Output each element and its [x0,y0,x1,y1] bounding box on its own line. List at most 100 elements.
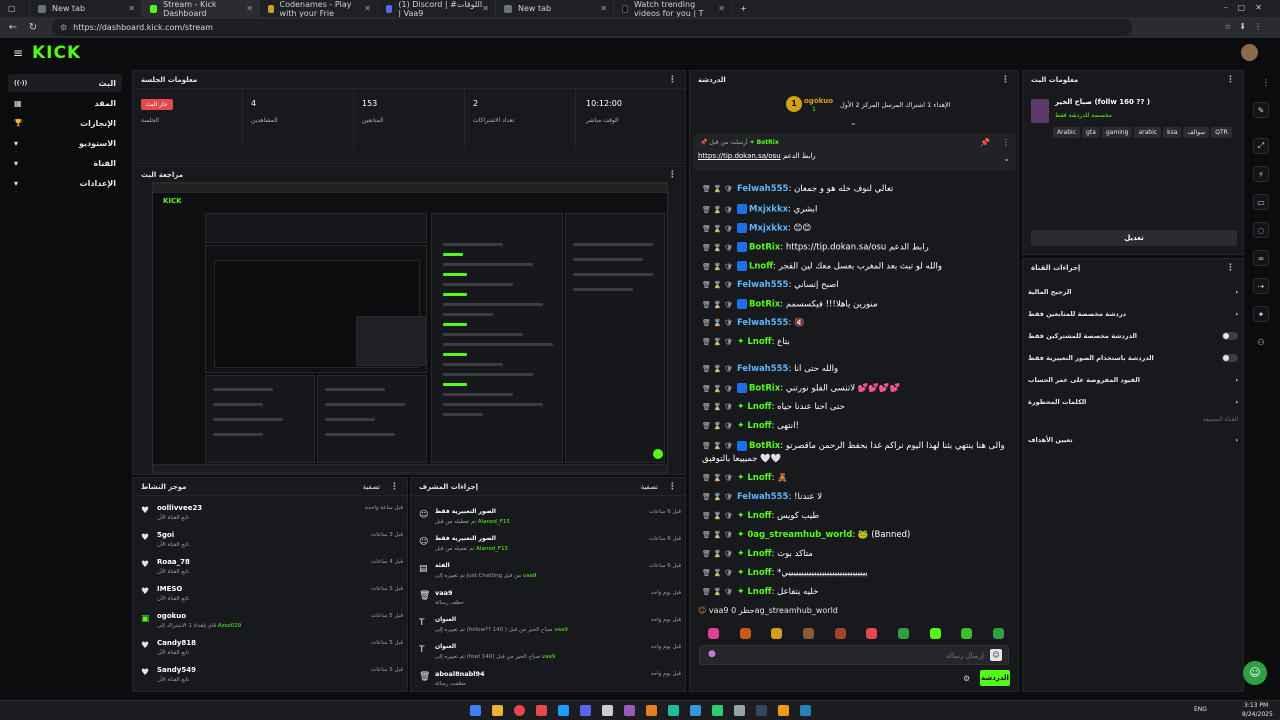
mod-tools-icon[interactable]: 🗑 ⌛ 🛡 [702,365,733,373]
send-chat-button[interactable]: الدردشة [980,670,1010,686]
chat-input-box[interactable]: ● ☺ [699,645,1009,665]
channel-action-row[interactable]: الرجيح المالية › [1028,284,1238,300]
mod-tools-icon[interactable]: 🗑 ⌛ 🛡 [702,385,733,393]
mod-tools-icon[interactable]: 🗑 ⌛ 🛡 [702,244,733,252]
tab-discord[interactable]: (1) Discord | #اللوقات | Vaa9 ✕ [378,0,496,18]
clock-time[interactable]: 3:13 PM [1244,702,1268,709]
sidebar-item-content[interactable]: ▦ المقد [8,94,122,112]
app-icon[interactable] [646,705,657,716]
mod-tools-icon[interactable]: 🗑 ⌛ 🛡 [702,225,733,233]
app-icon[interactable] [756,705,767,716]
more-options-icon[interactable]: ⋮ [1226,75,1235,85]
emote-icon[interactable] [897,628,909,639]
app-icon[interactable] [734,705,745,716]
hamburger-menu-icon[interactable]: ≡ [13,46,23,60]
close-icon[interactable]: ✕ [364,4,371,13]
unpin-icon[interactable]: 📌 [980,138,990,147]
chat-username[interactable]: Lnoff [747,511,771,521]
sidebar-item-settings[interactable]: ▾ الإعدادات [8,174,122,192]
chat-username[interactable]: Lnoff [747,549,771,559]
mod-tools-icon[interactable]: 🗑 ⌛ 🛡 [702,281,733,289]
mod-tools-icon[interactable]: 🗑 ⌛ 🛡 [702,185,733,193]
chat-username[interactable]: Lnoff [747,402,771,412]
mod-tools-icon[interactable]: 🗑 ⌛ 🛡 [702,442,733,450]
emote-icon[interactable] [708,628,719,639]
emote-icon[interactable] [771,628,783,639]
emote-icon[interactable] [961,628,973,639]
more-options-icon[interactable]: ⋮ [1226,263,1235,273]
document-icon[interactable]: ▭ [1253,194,1269,210]
mod-tools-icon[interactable]: 🗑 ⌛ 🛡 [702,550,733,558]
chat-bubble-icon[interactable]: ◌ [1253,222,1269,238]
window-controls[interactable]: –▢✕ [1224,3,1272,12]
channel-action-row[interactable]: الكلمات المحظورة › [1028,394,1238,410]
chat-username[interactable]: Felwah555 [737,318,789,328]
sidebar-item-stream[interactable]: ((·)) البث [8,74,122,92]
channel-action-row[interactable]: القيود المفروضة على عمر الحساب › [1028,372,1238,388]
stream-category[interactable]: مخصصة للدردشة فقط [1055,112,1112,119]
app-icon[interactable] [668,705,679,716]
mod-tools-icon[interactable]: 🗑 ⌛ 🛡 [702,531,733,539]
subscribers-only-toggle[interactable] [1222,332,1238,340]
mod-tools-icon[interactable]: 🗑 ⌛ 🛡 [702,403,733,411]
edit-icon[interactable]: ✎ [1253,102,1269,118]
tool-icon[interactable]: ✦ [1253,306,1269,322]
close-icon[interactable]: ✕ [128,4,135,13]
chat-username[interactable]: Lnoff [749,262,773,272]
sidebar-item-achievements[interactable]: 🏆 الإنجازات [8,114,122,132]
sidebar-item-channel[interactable]: ▾ القناة [8,154,122,172]
new-tab-button[interactable]: + [732,0,752,17]
discord-icon[interactable] [580,705,591,716]
sidebar-item-studio[interactable]: ▾ الاستوديو [8,134,122,152]
lightning-icon[interactable]: ⚡ [1253,166,1269,182]
kick-logo[interactable]: KICK [32,43,81,63]
close-icon[interactable]: ✕ [482,4,489,13]
mod-tools-icon[interactable]: 🗑 ⌛ 🛡 [702,493,733,501]
mod-tools-icon[interactable]: 🗑 ⌛ 🛡 [702,263,733,271]
more-options-icon[interactable]: ⋮ [668,170,677,180]
close-icon[interactable]: ✕ [246,4,253,13]
more-options-icon[interactable]: ⋮ [1002,138,1010,147]
steam-icon[interactable] [558,705,569,716]
mod-tools-icon[interactable]: 🗑 ⌛ 🛡 [702,512,733,520]
chat-username[interactable]: Lnoff [747,473,771,483]
emote-icon[interactable] [834,628,846,639]
chat-username[interactable]: Felwah555 [737,184,789,194]
chat-input[interactable] [720,648,984,663]
app-icon[interactable] [690,705,701,716]
more-options-icon[interactable]: ⋮ [1001,75,1010,85]
tab-new-1[interactable]: New tab ✕ [30,0,142,17]
chevron-down-icon[interactable]: ⌄ [850,118,857,127]
chevron-down-icon[interactable]: ⌄ [1003,154,1010,163]
mod-tools-icon[interactable]: 🗑 ⌛ 🛡 [702,422,733,430]
browser-toolbar-icons[interactable]: ☆⬇⋮ [1224,22,1270,31]
emote-icon[interactable] [929,628,941,639]
emote-icon[interactable] [739,628,751,639]
mod-tools-icon[interactable]: 🗑 ⌛ 🛡 [702,338,733,346]
mod-tools-icon[interactable]: 🗑 ⌛ 🛡 [702,206,733,214]
chat-username[interactable]: BotRix [749,384,780,394]
app-icon[interactable] [800,705,811,716]
channel-action-row[interactable]: تعيين الأهداف › [1028,432,1238,448]
chat-username[interactable]: Lnoff [747,568,771,578]
stream-preview-video[interactable]: KICK [152,182,668,473]
fullscreen-icon[interactable]: ⤢ [1253,138,1269,154]
filter-button[interactable]: تصفية [363,483,380,491]
mod-tools-icon[interactable]: 🗑 ⌛ 🛡 [702,319,733,327]
emotes-only-toggle[interactable] [1222,354,1238,362]
mod-tools-icon[interactable]: 🗑 ⌛ 🛡 [702,474,733,482]
app-icon[interactable] [712,705,723,716]
more-options-icon[interactable]: ⋮ [668,75,677,85]
more-options-icon[interactable]: ⋮ [668,482,677,492]
tab-new-2[interactable]: New tab ✕ [496,0,614,17]
channel-action-row[interactable]: دردشة مخصصة للمتابعين فقط › [1028,306,1238,322]
chat-username[interactable]: BotRix [749,300,780,310]
clock-date[interactable]: 8/24/2025 [1242,711,1273,718]
chat-username[interactable]: BotRix [749,243,780,253]
app-icon[interactable] [778,705,789,716]
app-icon[interactable] [624,705,635,716]
emoji-icon[interactable]: ☺ [990,649,1002,661]
chat-username[interactable]: Mxjxkkx [749,205,788,215]
chat-settings-icon[interactable]: ⚙ [963,674,970,683]
file-explorer-icon[interactable] [492,705,503,716]
